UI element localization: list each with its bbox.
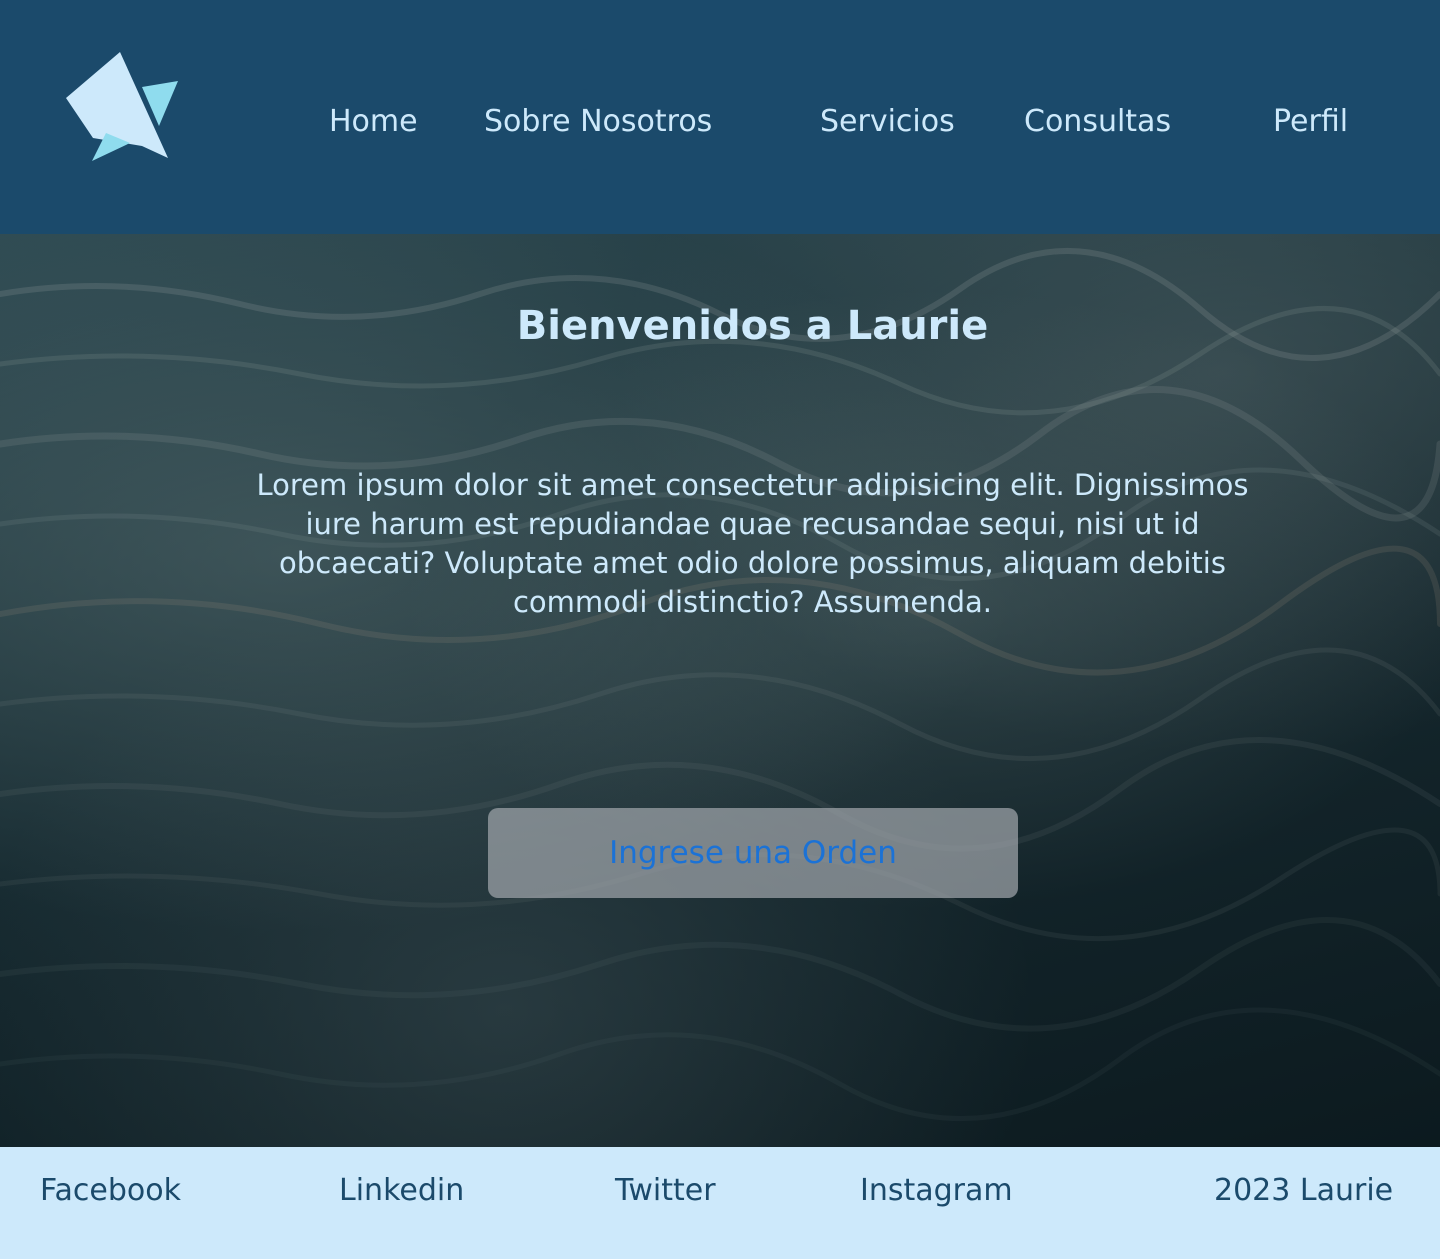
star-icon[interactable] bbox=[62, 50, 182, 164]
nav-perfil[interactable]: Perfil bbox=[1273, 103, 1348, 141]
footer-link-facebook[interactable]: Facebook bbox=[40, 1172, 181, 1210]
hero-section: Bienvenidos a Laurie Lorem ipsum dolor s… bbox=[0, 234, 1440, 1147]
site-footer: Facebook Linkedin Twitter Instagram 2023… bbox=[0, 1147, 1440, 1259]
footer-link-twitter[interactable]: Twitter bbox=[615, 1172, 716, 1210]
footer-link-instagram[interactable]: Instagram bbox=[860, 1172, 1013, 1210]
ingrese-orden-button[interactable]: Ingrese una Orden bbox=[488, 808, 1018, 898]
hero-title: Bienvenidos a Laurie bbox=[516, 303, 989, 349]
nav-home[interactable]: Home bbox=[329, 103, 418, 141]
ocean-background-image bbox=[0, 248, 1440, 1122]
footer-link-linkedin[interactable]: Linkedin bbox=[339, 1172, 464, 1210]
hero-description: Lorem ipsum dolor sit amet consectetur a… bbox=[256, 468, 1249, 619]
site-header: Home Sobre Nosotros Servicios Consultas … bbox=[0, 0, 1440, 234]
nav-servicios[interactable]: Servicios bbox=[820, 103, 955, 141]
footer-copyright: 2023 Laurie bbox=[1214, 1173, 1394, 1208]
nav-sobre-nosotros[interactable]: Sobre Nosotros bbox=[484, 103, 712, 141]
nav-consultas[interactable]: Consultas bbox=[1024, 103, 1171, 141]
